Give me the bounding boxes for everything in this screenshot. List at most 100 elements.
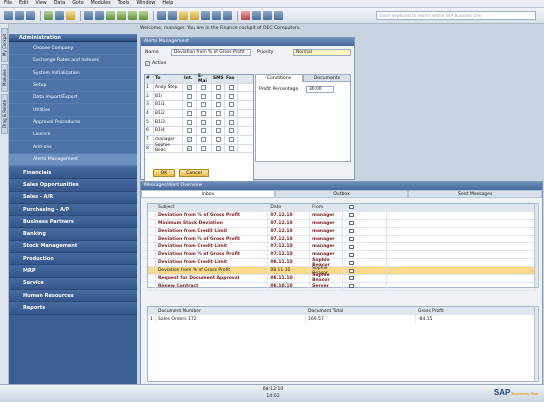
preview-icon[interactable] xyxy=(15,11,24,20)
nav-production[interactable]: Production xyxy=(9,253,137,266)
tab-modules[interactable]: Modules xyxy=(1,64,8,92)
tab-inbox[interactable]: Inbox xyxy=(141,190,275,198)
sms-checkbox[interactable] xyxy=(216,128,221,134)
first-record-icon[interactable] xyxy=(106,11,115,20)
nav-human-resources[interactable]: Human Resources xyxy=(9,289,137,303)
nav-business-partners[interactable]: Business Partners xyxy=(9,216,137,229)
envelope-icon[interactable] xyxy=(349,252,355,257)
fax-checkbox[interactable] xyxy=(229,119,234,125)
document-link[interactable]: Sales Orders 172 xyxy=(156,315,306,323)
col-subject[interactable]: Subject xyxy=(156,204,269,211)
tab-conditions[interactable]: Conditions xyxy=(255,74,303,82)
calculator-icon[interactable] xyxy=(263,11,272,20)
nav-sales-opportunities[interactable]: Sales Opportunities xyxy=(9,179,137,192)
nav-item-alerts-management[interactable]: Alerts Management xyxy=(9,153,137,166)
nav-reports[interactable]: Reports xyxy=(9,302,137,315)
print-icon[interactable] xyxy=(4,11,13,20)
nav-item-setup[interactable]: Setup xyxy=(9,80,137,93)
nav-item-choose-company[interactable]: Choose Company xyxy=(9,43,137,56)
nav-mrp[interactable]: MRP xyxy=(9,265,137,278)
table-row[interactable]: 3 B1i1 xyxy=(145,101,253,110)
add-icon[interactable] xyxy=(95,11,104,20)
tab-drag-relate[interactable]: Drag & Relate xyxy=(1,94,8,134)
envelope-icon[interactable] xyxy=(349,260,355,265)
pdf-icon[interactable] xyxy=(66,11,75,20)
nav-item-system-initialization[interactable]: System Initialization xyxy=(9,68,137,80)
sms-checkbox[interactable] xyxy=(216,137,221,143)
nav-service[interactable]: Service xyxy=(9,277,137,290)
excel-icon[interactable] xyxy=(44,11,53,20)
nav-administration[interactable]: Administration xyxy=(9,34,137,42)
table-row[interactable]: 1 Sales Orders 172 169.57 -84.15 xyxy=(148,315,536,323)
table-row[interactable]: 1 Andy Step ✓ xyxy=(145,83,253,93)
table-row[interactable]: Minimum Stock Deviation 07.12.10 manager xyxy=(148,219,536,228)
envelope-icon[interactable] xyxy=(349,268,355,273)
menu-help[interactable]: Help xyxy=(162,1,173,6)
payment-means-icon[interactable] xyxy=(212,11,221,20)
menu-modules[interactable]: Modules xyxy=(91,1,111,6)
envelope-icon[interactable] xyxy=(349,221,355,226)
internal-checkbox[interactable] xyxy=(187,119,192,125)
help-icon[interactable] xyxy=(252,11,261,20)
menu-data[interactable]: Data xyxy=(54,1,65,6)
search-input[interactable]: Enter keywords to search within SAP Busi… xyxy=(376,11,536,20)
sort-icon[interactable] xyxy=(168,11,177,20)
ok-button[interactable]: OK xyxy=(153,169,175,177)
envelope-icon[interactable] xyxy=(349,284,355,289)
table-row[interactable]: Request for Document Approval 08.11.10 Sop… xyxy=(148,273,536,283)
profit-percentage-field[interactable]: 30.00 xyxy=(306,86,334,93)
table-row[interactable]: Deviation from Credit Limit 07.12.10 manag… xyxy=(148,243,536,252)
sms-checkbox[interactable] xyxy=(216,93,221,99)
menu-window[interactable]: Window xyxy=(136,1,155,6)
tab-outbox[interactable]: Outbox xyxy=(274,190,409,198)
nav-sales-ar[interactable]: Sales - A/R xyxy=(9,191,137,204)
menu-file[interactable]: File xyxy=(4,1,12,6)
target-document-icon[interactable] xyxy=(190,11,199,20)
email-checkbox[interactable] xyxy=(201,119,206,125)
nav-item-utilities[interactable]: Utilities xyxy=(9,104,137,117)
nav-item-licence[interactable]: Licence xyxy=(9,129,137,142)
nav-purchasing-ap[interactable]: Purchasing - A/P xyxy=(9,203,137,217)
menu-edit[interactable]: Edit xyxy=(19,1,28,6)
sms-checkbox[interactable] xyxy=(216,85,221,91)
fax-checkbox[interactable] xyxy=(229,145,234,151)
email-checkbox[interactable] xyxy=(201,128,206,134)
nav-item-approval-procedures[interactable]: Approval Procedures xyxy=(9,117,137,130)
sms-checkbox[interactable] xyxy=(216,145,221,151)
menu-goto[interactable]: Goto xyxy=(72,1,83,6)
last-record-icon[interactable] xyxy=(139,11,148,20)
nav-stock-management[interactable]: Stock Management xyxy=(9,240,137,254)
settings-icon[interactable] xyxy=(241,11,250,20)
envelope-icon[interactable] xyxy=(349,229,355,234)
sms-checkbox[interactable] xyxy=(216,111,221,117)
internal-checkbox[interactable]: ✓ xyxy=(187,137,192,143)
table-row[interactable]: 8 Sophie Beac ✓ xyxy=(145,143,253,153)
internal-checkbox[interactable] xyxy=(187,93,192,99)
col-date[interactable]: Date xyxy=(268,204,311,211)
journal-icon[interactable] xyxy=(223,11,232,20)
email-icon[interactable] xyxy=(26,11,35,20)
internal-checkbox[interactable] xyxy=(187,111,192,117)
email-checkbox[interactable] xyxy=(201,93,206,99)
table-row[interactable]: 4 B1i2 xyxy=(145,109,253,119)
table-row[interactable]: Deviation from Credit Limit 07.12.10 manag… xyxy=(148,227,536,236)
fax-checkbox[interactable] xyxy=(229,137,234,143)
email-checkbox[interactable] xyxy=(201,102,206,108)
cancel-button[interactable]: Cancel xyxy=(179,169,209,177)
table-row[interactable]: 5 B1i3 xyxy=(145,118,253,128)
nav-banking[interactable]: Banking xyxy=(9,228,137,241)
col-from[interactable]: From xyxy=(310,204,344,211)
table-row[interactable]: Deviation from % of Gross Profit 07.12.10… xyxy=(148,235,536,244)
internal-checkbox[interactable] xyxy=(187,102,192,108)
internal-checkbox[interactable]: ✓ xyxy=(187,85,192,91)
envelope-icon[interactable] xyxy=(349,276,355,281)
nav-item-exchange-rates[interactable]: Exchange Rates and Indexes xyxy=(9,55,137,68)
previous-record-icon[interactable] xyxy=(117,11,126,20)
fax-checkbox[interactable] xyxy=(229,128,234,134)
fax-checkbox[interactable] xyxy=(229,102,234,108)
word-icon[interactable] xyxy=(55,11,64,20)
tab-sent-messages[interactable]: Sent Messages xyxy=(408,190,543,198)
next-record-icon[interactable] xyxy=(128,11,137,20)
internal-checkbox[interactable] xyxy=(187,128,192,134)
sms-checkbox[interactable] xyxy=(216,102,221,108)
